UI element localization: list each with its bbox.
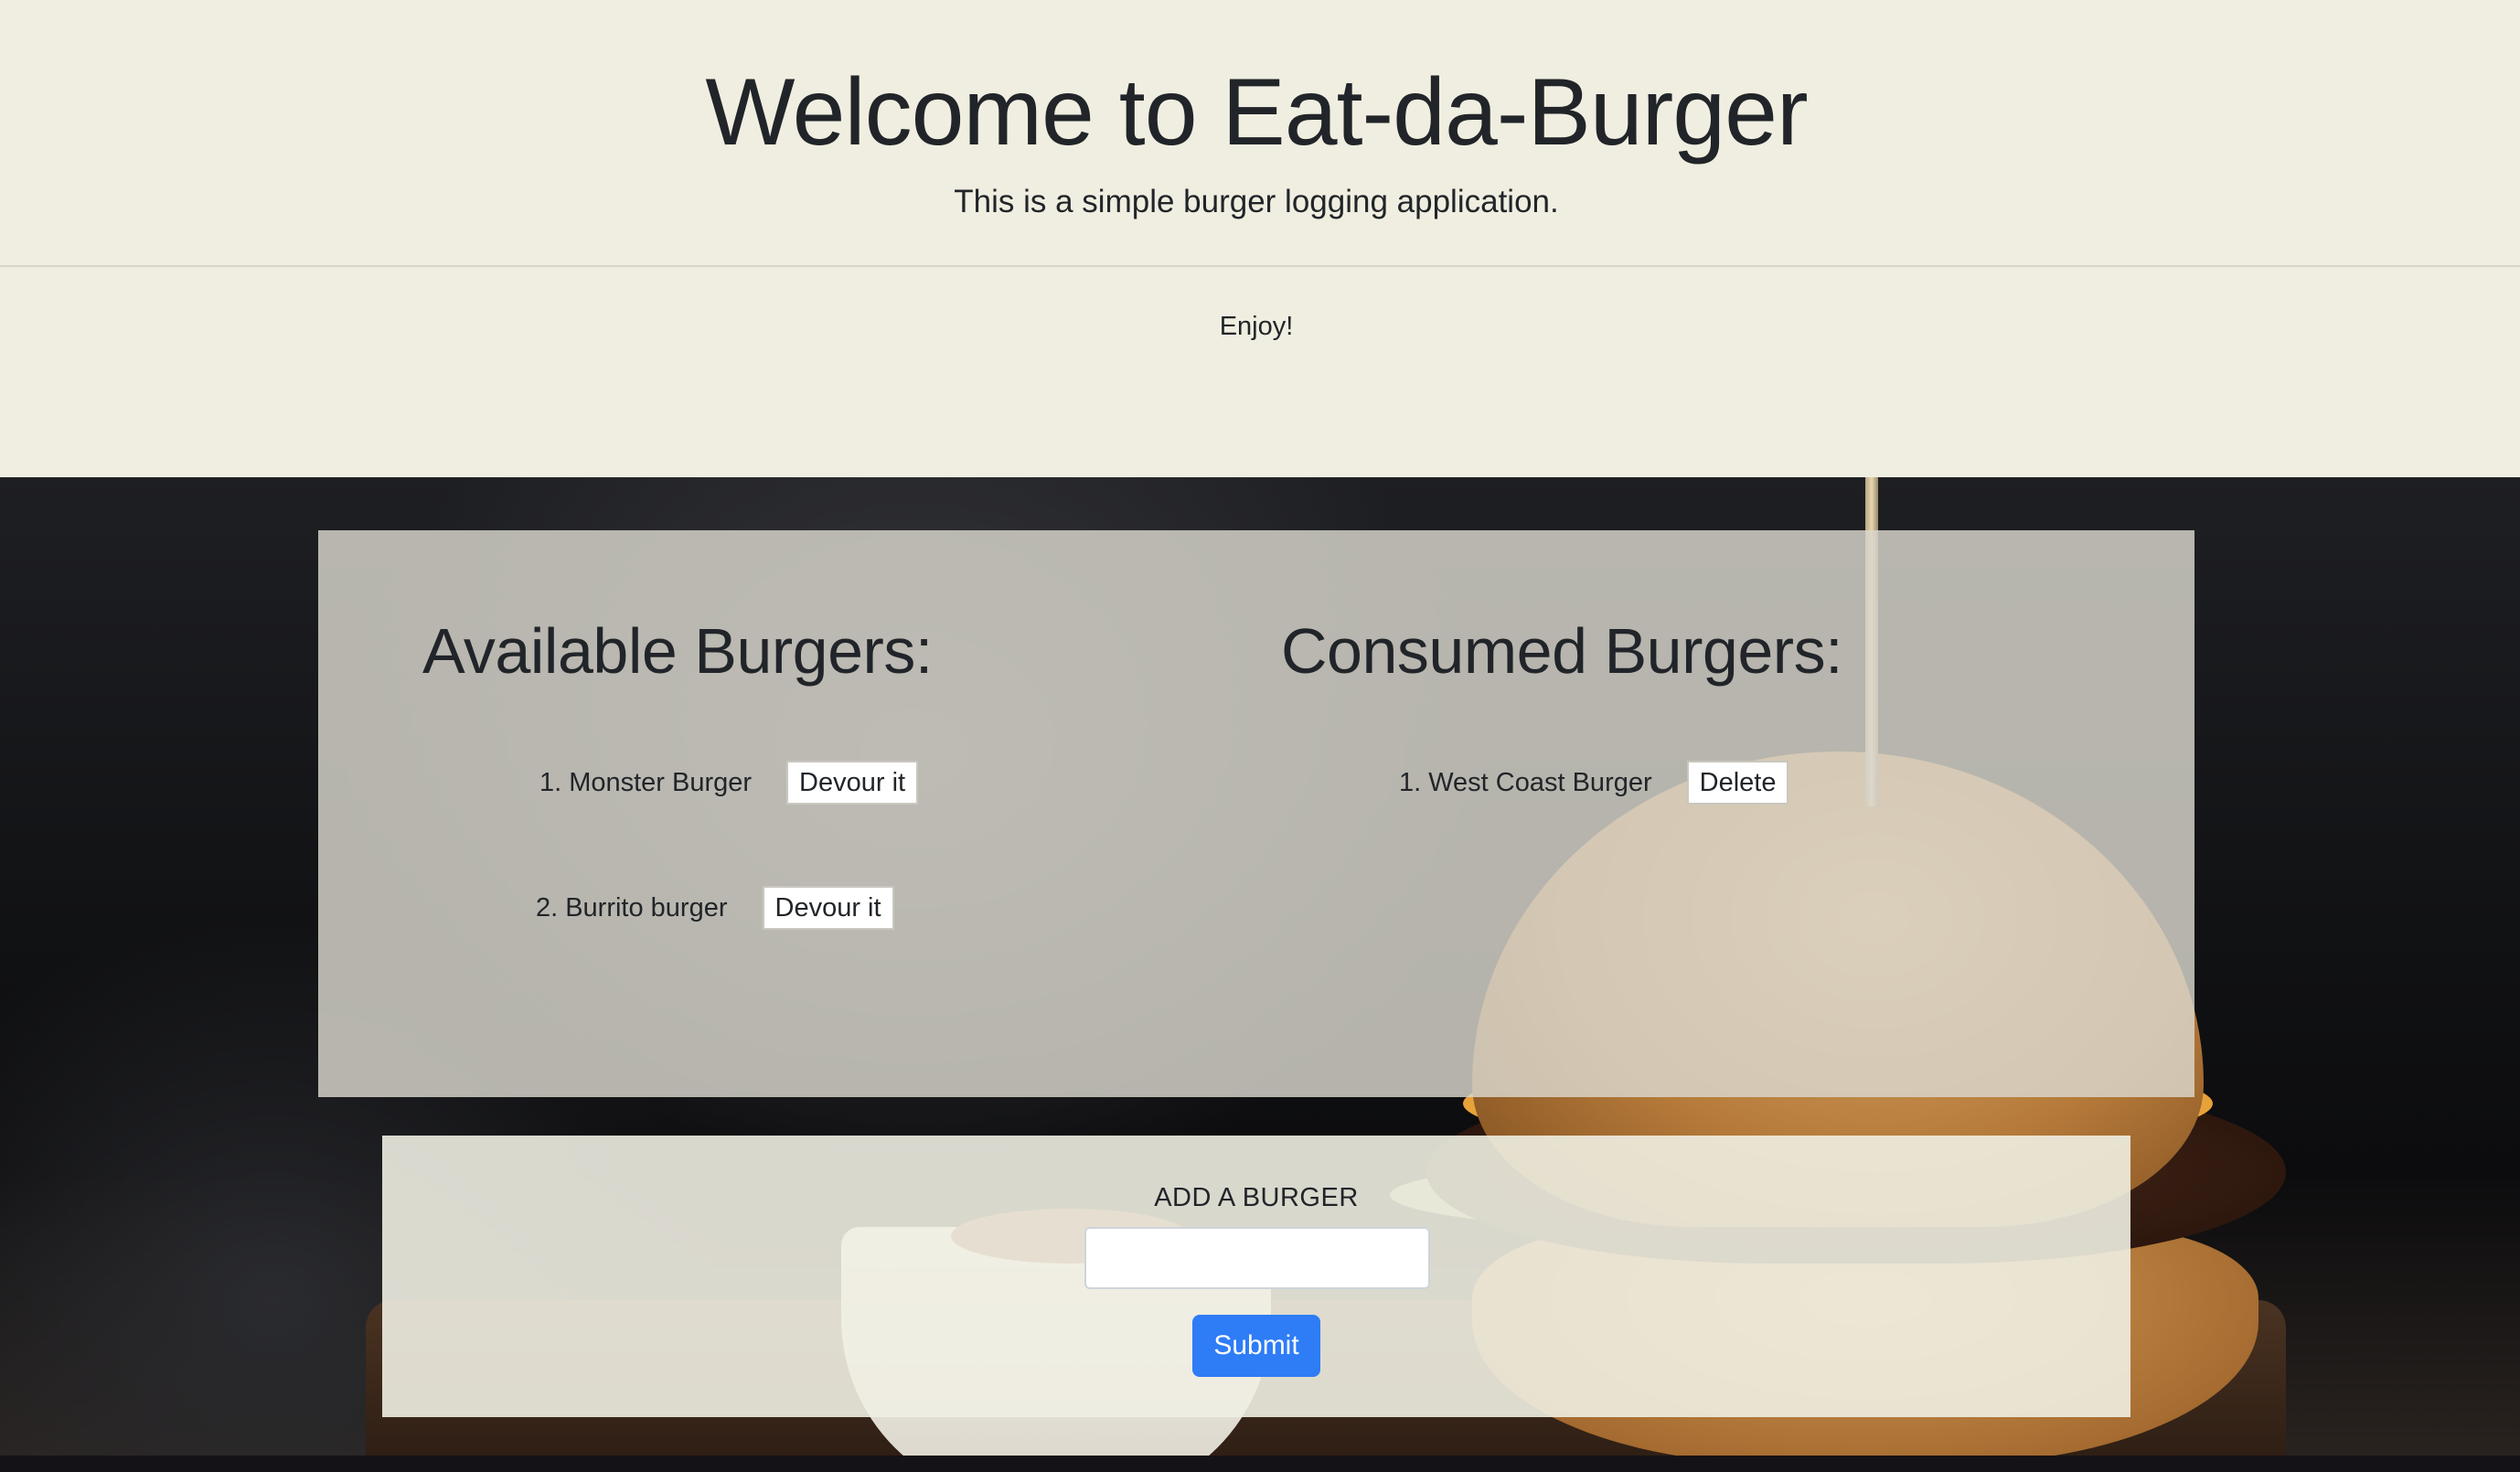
header-divider bbox=[0, 265, 2520, 267]
available-burgers-heading: Available Burgers: bbox=[422, 615, 933, 687]
add-burger-label: ADD A BURGER bbox=[1154, 1183, 1359, 1212]
burger-lists-panel: Available Burgers: Consumed Burgers: 1. … bbox=[318, 530, 2194, 1097]
page-subtitle: This is a simple burger logging applicat… bbox=[954, 184, 1559, 219]
burger-name: Burrito burger bbox=[565, 893, 728, 923]
burger-name-input[interactable] bbox=[1084, 1227, 1430, 1289]
list-number: 2. bbox=[536, 893, 559, 923]
jumbotron-header: Welcome to Eat-da-Burger This is a simpl… bbox=[0, 0, 2520, 477]
list-number: 1. bbox=[1399, 768, 1422, 797]
bottom-strip bbox=[0, 1456, 2520, 1472]
available-burger-item: 1. Monster Burger Devour it bbox=[539, 761, 919, 805]
add-burger-form: ADD A BURGER Submit bbox=[382, 1136, 2130, 1417]
available-burger-item: 2. Burrito burger Devour it bbox=[536, 886, 894, 930]
page-title: Welcome to Eat-da-Burger bbox=[705, 59, 1808, 165]
devour-button[interactable]: Devour it bbox=[786, 761, 919, 805]
burger-name: Monster Burger bbox=[569, 768, 753, 797]
enjoy-text: Enjoy! bbox=[1219, 312, 1294, 341]
devour-button[interactable]: Devour it bbox=[762, 886, 894, 930]
list-number: 1. bbox=[539, 768, 562, 797]
delete-button[interactable]: Delete bbox=[1686, 761, 1789, 805]
consumed-burger-item: 1. West Coast Burger Delete bbox=[1399, 761, 1789, 805]
burger-name: West Coast Burger bbox=[1428, 768, 1652, 797]
consumed-burgers-heading: Consumed Burgers: bbox=[1281, 615, 1843, 687]
submit-button[interactable]: Submit bbox=[1192, 1315, 1320, 1377]
